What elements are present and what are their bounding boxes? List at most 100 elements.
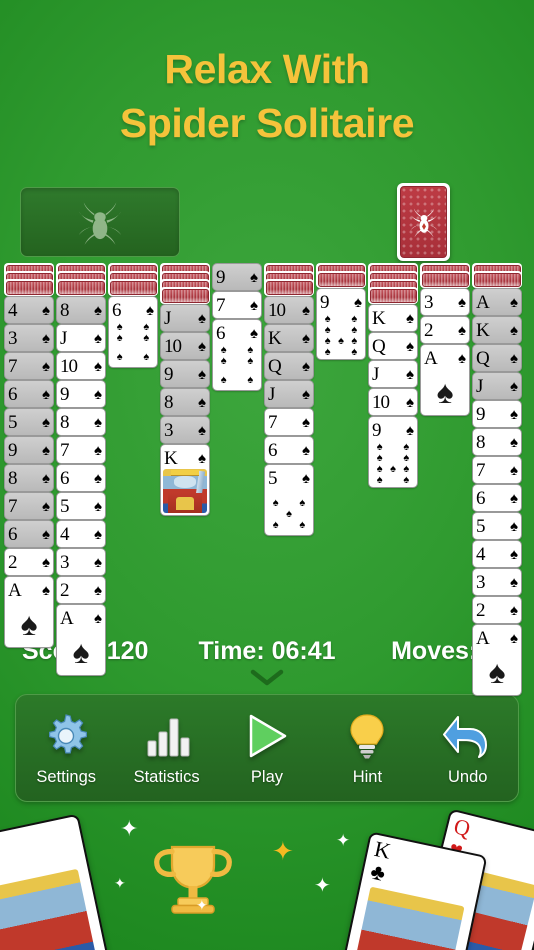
foundation-slot[interactable] <box>20 187 180 257</box>
facedown-card[interactable] <box>108 279 158 296</box>
card-J-spades[interactable]: J ♠ <box>264 380 314 408</box>
card-Q-spades[interactable]: Q ♠ <box>368 332 418 360</box>
settings-button[interactable]: Settings <box>23 710 109 787</box>
card-5-spades[interactable]: 5 ♠ ♠ ♠ ♠ ♠ ♠ <box>264 464 314 536</box>
card-J-spades[interactable]: J ♠ <box>56 324 106 352</box>
card-A-spades[interactable]: A ♠ ♠ <box>56 604 106 676</box>
card-8-spades[interactable]: 8 ♠ <box>160 388 210 416</box>
spade-icon: ♠ <box>42 581 50 599</box>
card-K-spades[interactable]: K ♠ <box>160 444 210 516</box>
spade-icon: ♠ <box>510 573 518 591</box>
card-Q-spades[interactable]: Q ♠ <box>472 344 522 372</box>
card-8-spades[interactable]: 8 ♠ <box>472 428 522 456</box>
card-6-spades[interactable]: 6 ♠ <box>264 436 314 464</box>
card-6-spades[interactable]: 6 ♠ ♠ ♠ ♠ ♠ ♠ ♠ <box>108 296 158 368</box>
card-3-spades[interactable]: 3 ♠ <box>160 416 210 444</box>
card-J-spades[interactable]: J ♠ <box>160 304 210 332</box>
card-K-spades[interactable]: K ♠ <box>264 324 314 352</box>
facedown-card[interactable] <box>4 279 54 296</box>
card-K-spades[interactable]: K ♠ <box>472 316 522 344</box>
card-A-spades[interactable]: A ♠ <box>472 288 522 316</box>
card-5-spades[interactable]: 5 ♠ <box>56 492 106 520</box>
chevron-down-icon[interactable] <box>249 669 285 687</box>
card-8-spades[interactable]: 8 ♠ <box>56 296 106 324</box>
spade-icon: ♠ <box>220 374 227 386</box>
facedown-card[interactable] <box>420 271 470 288</box>
spade-icon: ♠ <box>299 519 306 531</box>
spade-icon: ♠ <box>42 497 50 515</box>
card-rank: 7 <box>8 355 17 377</box>
spade-icon: ♠ <box>247 374 254 386</box>
card-7-spades[interactable]: 7 ♠ <box>56 436 106 464</box>
card-5-spades[interactable]: 5 ♠ <box>472 512 522 540</box>
card-Q-spades[interactable]: Q ♠ <box>264 352 314 380</box>
card-rank: 7 <box>476 459 485 481</box>
spade-icon: ♠ <box>42 301 50 319</box>
card-8-spades[interactable]: 8 ♠ <box>4 464 54 492</box>
card-J-spades[interactable]: J ♠ <box>472 372 522 400</box>
facedown-card[interactable] <box>316 271 366 288</box>
card-10-spades[interactable]: 10 ♠ <box>56 352 106 380</box>
card-A-spades[interactable]: A ♠ ♠ <box>4 576 54 648</box>
card-7-spades[interactable]: 7 ♠ <box>472 456 522 484</box>
card-A-spades[interactable]: A ♠ ♠ <box>472 624 522 696</box>
card-10-spades[interactable]: 10 ♠ <box>264 296 314 324</box>
stock-pile[interactable] <box>397 183 450 261</box>
card-6-spades[interactable]: 6 ♠ <box>472 484 522 512</box>
card-J-spades[interactable]: J ♠ <box>368 360 418 388</box>
card-9-spades[interactable]: 9 ♠ <box>160 360 210 388</box>
undo-button[interactable]: Undo <box>425 710 511 787</box>
card-rank: 5 <box>268 467 277 489</box>
card-2-spades[interactable]: 2 ♠ <box>56 576 106 604</box>
card-3-spades[interactable]: 3 ♠ <box>4 324 54 352</box>
spade-icon: ♠ <box>510 461 518 479</box>
card-A-spades[interactable]: A ♠ ♠ <box>420 344 470 416</box>
card-7-spades[interactable]: 7 ♠ <box>4 492 54 520</box>
card-10-spades[interactable]: 10 ♠ <box>160 332 210 360</box>
card-3-spades[interactable]: 3 ♠ <box>420 288 470 316</box>
card-6-spades[interactable]: 6 ♠ <box>56 464 106 492</box>
card-K-spades[interactable]: K ♠ <box>368 304 418 332</box>
card-corner: J ♠ <box>268 381 310 407</box>
facedown-card[interactable] <box>472 271 522 288</box>
card-4-spades[interactable]: 4 ♠ <box>56 520 106 548</box>
card-4-spades[interactable]: 4 ♠ <box>4 296 54 324</box>
card-10-spades[interactable]: 10 ♠ <box>368 388 418 416</box>
card-3-spades[interactable]: 3 ♠ <box>56 548 106 576</box>
card-corner: 6 ♠ <box>60 465 102 491</box>
card-2-spades[interactable]: 2 ♠ <box>4 548 54 576</box>
card-2-spades[interactable]: 2 ♠ <box>420 316 470 344</box>
card-5-spades[interactable]: 5 ♠ <box>4 408 54 436</box>
card-back <box>369 288 417 303</box>
card-7-spades[interactable]: 7 ♠ <box>212 291 262 319</box>
card-9-spades[interactable]: 9 ♠ <box>4 436 54 464</box>
play-button[interactable]: Play <box>224 710 310 787</box>
hint-button[interactable]: Hint <box>324 710 410 787</box>
card-3-spades[interactable]: 3 ♠ <box>472 568 522 596</box>
card-2-spades[interactable]: 2 ♠ <box>472 596 522 624</box>
spade-icon: ♠ <box>510 601 518 619</box>
card-6-spades[interactable]: 6 ♠ <box>4 520 54 548</box>
card-6-spades[interactable]: 6 ♠ ♠ ♠ ♠ ♠ ♠ ♠ <box>212 319 262 391</box>
statistics-button[interactable]: Statistics <box>124 710 210 787</box>
card-rank: 2 <box>60 579 69 601</box>
card-8-spades[interactable]: 8 ♠ <box>56 408 106 436</box>
card-back <box>400 186 447 258</box>
card-corner: Q ♠ <box>372 333 414 359</box>
card-7-spades[interactable]: 7 ♠ <box>264 408 314 436</box>
facedown-card[interactable] <box>160 287 210 304</box>
card-9-spades[interactable]: 9 ♠ <box>56 380 106 408</box>
facedown-card[interactable] <box>56 279 106 296</box>
card-4-spades[interactable]: 4 ♠ <box>472 540 522 568</box>
facedown-card[interactable] <box>368 287 418 304</box>
card-9-spades[interactable]: 9 ♠ ♠ ♠ ♠ ♠ ♠ ♠ ♠ ♠ ♠ <box>316 288 366 360</box>
card-9-spades[interactable]: 9 ♠ <box>472 400 522 428</box>
facedown-card[interactable] <box>264 279 314 296</box>
card-9-spades[interactable]: 9 ♠ <box>212 263 262 291</box>
card-7-spades[interactable]: 7 ♠ <box>4 352 54 380</box>
spade-icon: ♠ <box>198 309 206 327</box>
trophy-icon <box>154 845 232 914</box>
gear-icon <box>23 710 109 762</box>
card-6-spades[interactable]: 6 ♠ <box>4 380 54 408</box>
card-9-spades[interactable]: 9 ♠ ♠ ♠ ♠ ♠ ♠ ♠ ♠ ♠ ♠ <box>368 416 418 488</box>
